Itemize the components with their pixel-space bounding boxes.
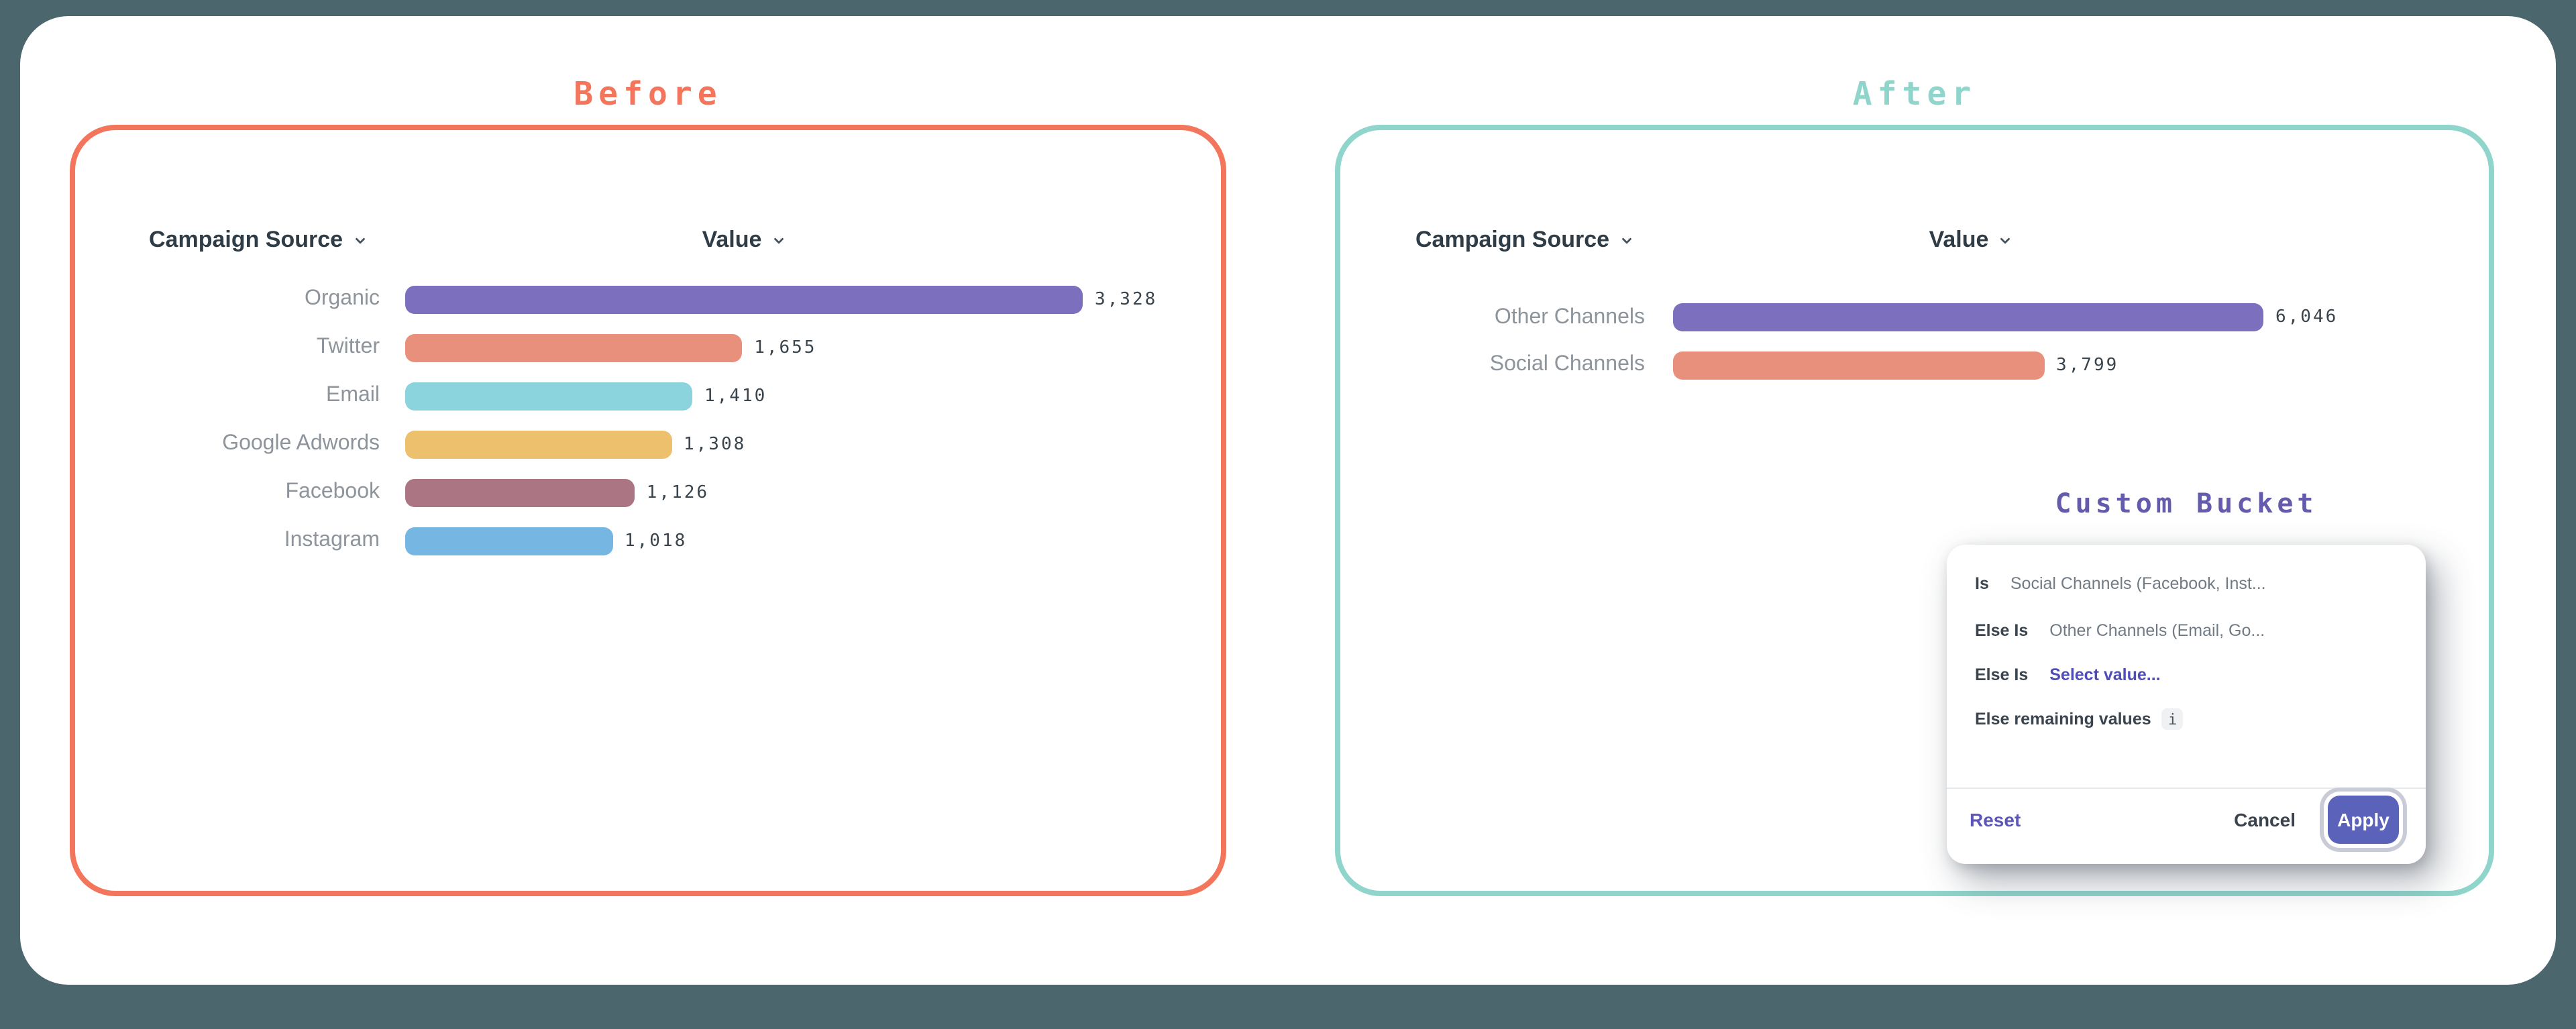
bucket-rule-row[interactable]: Else Is Other Channels (Email, Go... bbox=[1975, 621, 2407, 640]
custom-bucket-popup: Is Social Channels (Facebook, Inst... El… bbox=[1947, 545, 2426, 864]
reset-button[interactable]: Reset bbox=[1970, 809, 2021, 830]
bar-cell: 6,046 bbox=[1673, 304, 2489, 332]
bucket-rule-row[interactable]: Is Social Channels (Facebook, Inst... bbox=[1975, 574, 2407, 593]
after-bar-table: Other Channels 6,046 Social Channels 3,799 bbox=[1340, 294, 2489, 389]
chevron-down-icon bbox=[352, 233, 367, 248]
screenshot-viewport: Before After Campaign Source Value Organ… bbox=[0, 0, 2576, 1029]
bar-cell: 1,410 bbox=[405, 382, 1221, 410]
table-row: Twitter 1,655 bbox=[75, 323, 1221, 372]
row-label: Social Channels bbox=[1340, 354, 1645, 378]
before-panel: Campaign Source Value Organic 3,328 Twitte… bbox=[70, 125, 1226, 896]
row-label: Instagram bbox=[75, 529, 380, 553]
rule-operator: Else Is bbox=[1975, 621, 2028, 640]
rule-value[interactable]: Other Channels (Email, Go... bbox=[2049, 621, 2265, 640]
bar-cell: 1,655 bbox=[405, 333, 1221, 362]
bar-cell: 1,126 bbox=[405, 478, 1221, 506]
bar-cell: 3,799 bbox=[1673, 351, 2489, 380]
column-header-label: Campaign Source bbox=[1415, 227, 1609, 254]
bar-cell: 3,328 bbox=[405, 285, 1221, 313]
bar-value: 3,799 bbox=[2056, 356, 2118, 376]
table-row: Email 1,410 bbox=[75, 372, 1221, 420]
canvas: Before After Campaign Source Value Organ… bbox=[0, 0, 2576, 1029]
table-row: Other Channels 6,046 bbox=[1340, 294, 2489, 341]
row-label: Facebook bbox=[75, 480, 380, 504]
column-header-label: Value bbox=[702, 227, 762, 254]
column-header-value[interactable]: Value bbox=[1676, 227, 2266, 254]
bar[interactable] bbox=[405, 382, 692, 410]
custom-bucket-title: Custom Bucket bbox=[1947, 487, 2426, 519]
bar-value: 3,328 bbox=[1095, 289, 1157, 309]
bar-value: 1,126 bbox=[647, 482, 709, 502]
column-header-value[interactable]: Value bbox=[405, 227, 1083, 254]
info-icon[interactable]: i bbox=[2162, 708, 2184, 730]
after-section-title: After bbox=[1335, 74, 2494, 114]
rule-operator: Is bbox=[1975, 574, 1989, 593]
bar-value: 1,410 bbox=[704, 386, 767, 406]
chevron-down-icon bbox=[1619, 233, 1633, 248]
bar[interactable] bbox=[1673, 351, 2044, 380]
bucket-remaining-row: Else remaining values i bbox=[1975, 708, 2407, 730]
bar-cell: 1,308 bbox=[405, 430, 1221, 458]
row-label: Google Adwords bbox=[75, 432, 380, 456]
main-card: Before After Campaign Source Value Organ… bbox=[20, 16, 2556, 985]
bar-cell: 1,018 bbox=[405, 527, 1221, 555]
bar[interactable] bbox=[405, 478, 635, 506]
row-label: Email bbox=[75, 384, 380, 408]
bar[interactable] bbox=[405, 527, 612, 555]
chevron-down-icon bbox=[771, 233, 786, 248]
table-row: Facebook 1,126 bbox=[75, 468, 1221, 517]
apply-button[interactable]: Apply bbox=[2328, 796, 2399, 844]
rule-operator: Else remaining values bbox=[1975, 710, 2151, 728]
bar[interactable] bbox=[405, 285, 1083, 313]
before-bar-table: Organic 3,328 Twitter 1,655 Email 1,410 Google… bbox=[75, 275, 1221, 565]
table-row: Google Adwords 1,308 bbox=[75, 420, 1221, 468]
row-label: Organic bbox=[75, 287, 380, 311]
popup-footer: Reset Cancel Apply bbox=[1947, 789, 2426, 864]
cancel-button[interactable]: Cancel bbox=[2234, 809, 2296, 830]
column-header-campaign-source[interactable]: Campaign Source bbox=[149, 227, 367, 254]
bar[interactable] bbox=[1673, 304, 2263, 332]
row-label: Other Channels bbox=[1340, 306, 1645, 330]
bar[interactable] bbox=[405, 333, 742, 362]
column-header-label: Value bbox=[1929, 227, 1989, 254]
before-section-title: Before bbox=[70, 74, 1226, 114]
table-row: Social Channels 3,799 bbox=[1340, 341, 2489, 389]
bar[interactable] bbox=[405, 430, 672, 458]
row-label: Twitter bbox=[75, 335, 380, 360]
column-header-campaign-source[interactable]: Campaign Source bbox=[1415, 227, 1633, 254]
select-value-link[interactable]: Select value... bbox=[2049, 665, 2160, 684]
bar-value: 1,018 bbox=[625, 531, 687, 551]
table-row: Instagram 1,018 bbox=[75, 517, 1221, 565]
rule-operator: Else Is bbox=[1975, 665, 2028, 684]
table-row: Organic 3,328 bbox=[75, 275, 1221, 323]
bar-value: 1,655 bbox=[754, 337, 816, 358]
rule-value[interactable]: Social Channels (Facebook, Inst... bbox=[2010, 574, 2266, 593]
bucket-rule-row[interactable]: Else Is Select value... bbox=[1975, 665, 2407, 684]
bar-value: 1,308 bbox=[684, 434, 746, 454]
bar-value: 6,046 bbox=[2275, 308, 2338, 328]
column-header-label: Campaign Source bbox=[149, 227, 343, 254]
chevron-down-icon bbox=[1998, 233, 2012, 248]
